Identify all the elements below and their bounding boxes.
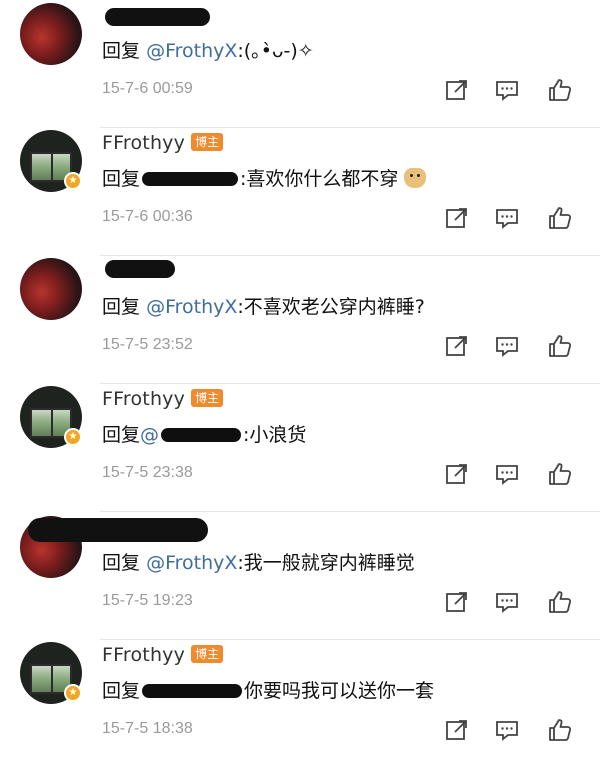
redacted-mention — [142, 684, 243, 698]
username-text: FFrothyy — [102, 388, 186, 410]
mention-link[interactable]: @FrothyX — [146, 552, 237, 574]
redacted-mention — [142, 172, 239, 186]
comment-actions — [444, 77, 578, 103]
thumbs-up-icon[interactable] — [547, 589, 573, 615]
repost-icon[interactable] — [444, 333, 470, 359]
blogger-badge: 博主 — [191, 645, 224, 663]
reply-prefix: 回复 — [102, 424, 141, 446]
username[interactable]: FFrothyy 博主 — [102, 132, 224, 154]
avatar[interactable] — [20, 258, 82, 320]
repost-icon[interactable] — [444, 205, 470, 231]
doge-emoji-icon — [404, 168, 427, 188]
comment-icon[interactable] — [494, 205, 520, 231]
reply-prefix: 回复 — [102, 40, 141, 62]
avatar[interactable] — [20, 3, 82, 65]
comment-body: :不喜欢老公穿内裤睡? — [237, 296, 425, 318]
comment-body: :我一般就穿内裤睡觉 — [237, 552, 415, 574]
timestamp: 15-7-5 19:23 — [102, 592, 193, 609]
blogger-badge: 博主 — [191, 389, 224, 407]
timestamp: 15-7-6 00:36 — [102, 208, 193, 225]
comment-list: 回复 @FrothyX:(｡•̀ᴗ-)✧ 15-7-6 00:59 ★ FFro… — [0, 0, 600, 758]
comment-body: :小浪货 — [243, 424, 307, 446]
comment-icon[interactable] — [494, 717, 520, 743]
thumbs-up-icon[interactable] — [547, 205, 573, 231]
redacted-mention — [161, 428, 242, 442]
thumbs-up-icon[interactable] — [547, 77, 573, 103]
username[interactable]: FFrothyy 博主 — [102, 388, 224, 410]
username-text: FFrothyy — [102, 644, 186, 666]
comment-text: 回复 @FrothyX:(｡•̀ᴗ-)✧ — [102, 36, 314, 63]
repost-icon[interactable] — [444, 77, 470, 103]
comment-item: 回复 @FrothyX:我一般就穿内裤睡觉 15-7-5 19:23 — [0, 512, 600, 640]
vip-star-icon: ★ — [64, 428, 82, 446]
comment-text: 回复 :喜欢你什么都不穿 — [102, 164, 427, 191]
comment-icon[interactable] — [494, 77, 520, 103]
reply-prefix: 回复 — [102, 680, 141, 702]
comment-actions — [444, 717, 578, 743]
comment-body: 你要吗我可以送你一套 — [244, 680, 435, 702]
comment-body: :(｡•̀ᴗ-)✧ — [237, 40, 314, 62]
repost-icon[interactable] — [444, 461, 470, 487]
comment-text: 回复 你要吗我可以送你一套 — [102, 676, 434, 703]
redacted-username — [105, 260, 175, 278]
comment-item: 回复 @FrothyX:(｡•̀ᴗ-)✧ 15-7-6 00:59 — [0, 0, 600, 128]
comment-item: ★ FFrothyy 博主 回复 :喜欢你什么都不穿 15-7-6 00:36 — [0, 128, 600, 256]
mention-link[interactable]: @FrothyX — [146, 40, 237, 62]
vip-star-icon: ★ — [64, 684, 82, 702]
comment-text: 回复 @FrothyX:我一般就穿内裤睡觉 — [102, 548, 415, 575]
username[interactable]: FFrothyy 博主 — [102, 644, 224, 666]
redacted-username — [105, 8, 210, 26]
thumbs-up-icon[interactable] — [547, 333, 573, 359]
reply-prefix: 回复 — [102, 552, 141, 574]
comment-text: 回复 @FrothyX:不喜欢老公穿内裤睡? — [102, 292, 425, 319]
mention-link[interactable]: @FrothyX — [146, 296, 237, 318]
comment-actions — [444, 589, 578, 615]
repost-icon[interactable] — [444, 717, 470, 743]
comment-actions — [444, 205, 578, 231]
redacted-username — [28, 518, 208, 542]
comment-item: 回复 @FrothyX:不喜欢老公穿内裤睡? 15-7-5 23:52 — [0, 256, 600, 384]
timestamp: 15-7-5 18:38 — [102, 720, 193, 737]
mention-link[interactable]: @ — [140, 424, 159, 446]
comment-actions — [444, 461, 578, 487]
thumbs-up-icon[interactable] — [547, 461, 573, 487]
username-text: FFrothyy — [102, 132, 186, 154]
comment-item: ★ FFrothyy 博主 回复@ :小浪货 15-7-5 23:38 — [0, 384, 600, 512]
timestamp: 15-7-5 23:52 — [102, 336, 193, 353]
comment-item: ★ FFrothyy 博主 回复 你要吗我可以送你一套 15-7-5 18:38 — [0, 640, 600, 758]
repost-icon[interactable] — [444, 589, 470, 615]
blogger-badge: 博主 — [191, 133, 224, 151]
reply-prefix: 回复 — [102, 168, 141, 190]
comment-icon[interactable] — [494, 333, 520, 359]
thumbs-up-icon[interactable] — [547, 717, 573, 743]
comment-text: 回复@ :小浪货 — [102, 420, 306, 447]
comment-body: :喜欢你什么都不穿 — [240, 168, 399, 190]
timestamp: 15-7-5 23:38 — [102, 464, 193, 481]
reply-prefix: 回复 — [102, 296, 141, 318]
comment-icon[interactable] — [494, 461, 520, 487]
timestamp: 15-7-6 00:59 — [102, 80, 193, 97]
vip-star-icon: ★ — [64, 172, 82, 190]
comment-icon[interactable] — [494, 589, 520, 615]
comment-actions — [444, 333, 578, 359]
